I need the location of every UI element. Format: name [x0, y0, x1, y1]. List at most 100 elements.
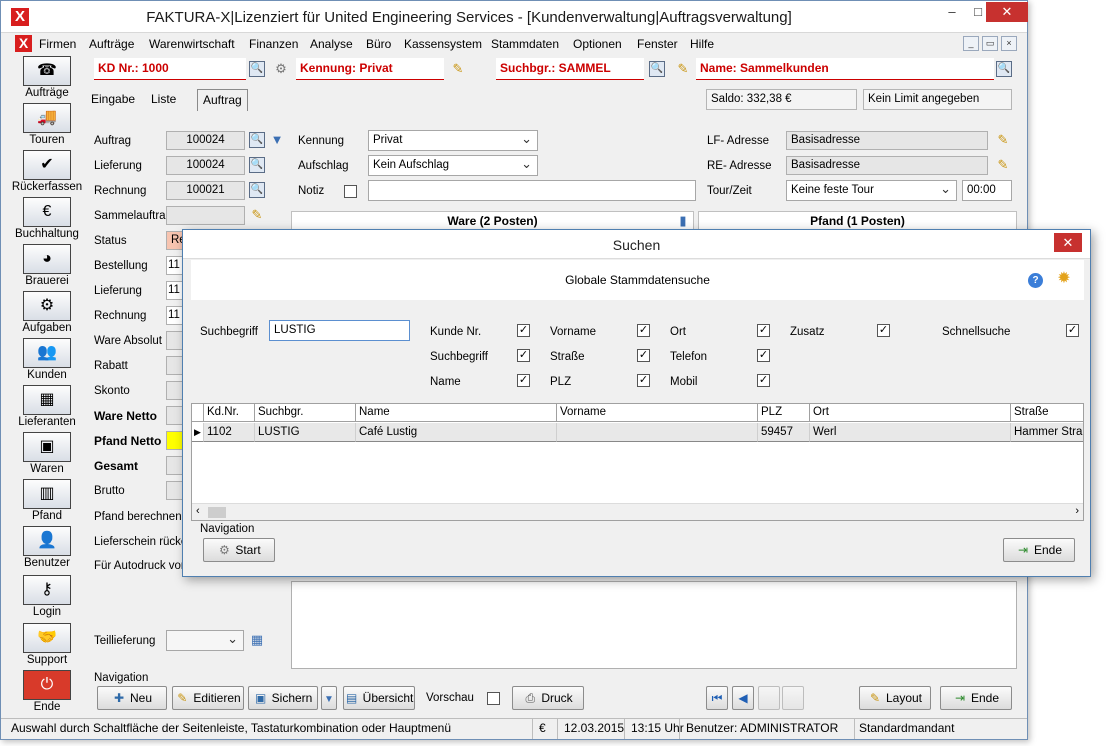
overview-button[interactable]: ▤ Übersicht	[343, 686, 415, 710]
save-button[interactable]: ▣ Sichern	[248, 686, 318, 710]
kd-nr-field[interactable]: KD Nr.: 1000	[94, 58, 246, 80]
notiz-input[interactable]	[368, 180, 696, 201]
sidebar-item-lieferanten[interactable]: ▦ Lieferanten	[9, 385, 85, 432]
name-field[interactable]: Name: Sammelkunden	[696, 58, 994, 80]
notes-area[interactable]	[291, 581, 1017, 669]
menu-firmen[interactable]: Firmen	[39, 37, 76, 51]
chart-icon[interactable]: ▮	[675, 213, 691, 229]
menu-finanzen[interactable]: Finanzen	[249, 37, 298, 51]
title-bar[interactable]: X FAKTURA-X|Lizenziert für United Engine…	[1, 1, 1028, 33]
layout-button[interactable]: ✎ Layout	[859, 686, 931, 710]
menu-warenwirtschaft[interactable]: Warenwirtschaft	[149, 37, 235, 51]
calendar-icon[interactable]: ▦	[249, 632, 265, 648]
aufschlag-select[interactable]: Kein Aufschlag	[368, 154, 538, 176]
suchbgr-field[interactable]: Suchbgr.: SAMMEL	[496, 58, 644, 80]
mdi-restore-button[interactable]: ▭	[982, 36, 998, 51]
grid-header-plz[interactable]: PLZ	[758, 404, 810, 422]
sun-icon[interactable]: ✹	[1055, 270, 1073, 288]
mdi-minimize-button[interactable]: _	[963, 36, 979, 51]
edit-pencil-icon[interactable]: ✎	[995, 132, 1011, 148]
checkbox-telefon[interactable]: ✓	[757, 349, 770, 362]
sidebar-item-ende[interactable]: ⏻ Ende	[9, 670, 85, 717]
last-record-button[interactable]	[782, 686, 804, 710]
checkbox-plz[interactable]: ✓	[637, 374, 650, 387]
first-record-button[interactable]: ⏮	[706, 686, 728, 710]
vorschau-checkbox[interactable]	[487, 692, 500, 705]
sidebar-item-touren[interactable]: 🚚 Touren	[9, 103, 85, 150]
sidebar-item-aufgaben[interactable]: ⚙ Aufgaben	[9, 291, 85, 338]
edit-pencil-icon[interactable]: ✎	[450, 61, 466, 77]
menu-buero[interactable]: Büro	[366, 37, 391, 51]
horizontal-scrollbar[interactable]: ‹ ›	[192, 503, 1083, 520]
dialog-title-bar[interactable]: Suchen ✕	[183, 230, 1090, 259]
sidebar-item-support[interactable]: 🤝 Support	[9, 623, 85, 670]
tour-select[interactable]: Keine feste Tour	[786, 179, 957, 201]
previous-record-button[interactable]: ◀	[732, 686, 754, 710]
start-button[interactable]: ⚙ Start	[203, 538, 275, 562]
menu-hilfe[interactable]: Hilfe	[690, 37, 714, 51]
grid-header-name[interactable]: Name	[356, 404, 557, 422]
teillieferung-select[interactable]	[166, 629, 244, 651]
grid-header-ort[interactable]: Ort	[810, 404, 1011, 422]
checkbox-vorname[interactable]: ✓	[637, 324, 650, 337]
new-button[interactable]: ✚ Neu	[97, 686, 167, 710]
sidebar-item-pfand[interactable]: ▥ Pfand	[9, 479, 85, 526]
notiz-checkbox[interactable]	[344, 185, 357, 198]
menu-analyse[interactable]: Analyse	[310, 37, 353, 51]
help-icon[interactable]: ?	[1028, 273, 1043, 288]
checkbox-suchbegriff[interactable]: ✓	[517, 349, 530, 362]
menu-stammdaten[interactable]: Stammdaten	[491, 37, 559, 51]
checkbox-schnellsuche[interactable]: ✓	[1066, 324, 1079, 337]
dialog-exit-button[interactable]: ⇥ Ende	[1003, 538, 1075, 562]
kennung-select[interactable]: Privat	[368, 129, 538, 151]
tab-eingabe[interactable]: Eingabe	[86, 89, 140, 111]
sidebar-item-buchhaltung[interactable]: € Buchhaltung	[9, 197, 85, 244]
checkbox-ort[interactable]: ✓	[757, 324, 770, 337]
checkbox-name[interactable]: ✓	[517, 374, 530, 387]
edit-button[interactable]: ✎ Editieren	[172, 686, 244, 710]
checkbox-zusatz[interactable]: ✓	[877, 324, 890, 337]
mdi-close-button[interactable]: ×	[1001, 36, 1017, 51]
edit-pencil-icon[interactable]: ✎	[675, 61, 691, 77]
menu-auftraege[interactable]: Aufträge	[89, 37, 134, 51]
menu-fenster[interactable]: Fenster	[637, 37, 678, 51]
search-icon[interactable]: 🔍	[249, 157, 265, 173]
sidebar-item-auftraege[interactable]: ☎ Aufträge	[9, 56, 85, 103]
next-record-button[interactable]	[758, 686, 780, 710]
edit-pencil-icon[interactable]: ✎	[995, 157, 1011, 173]
sidebar-item-waren[interactable]: ▣ Waren	[9, 432, 85, 479]
scroll-right-icon[interactable]: ›	[1075, 505, 1079, 517]
gear-icon[interactable]: ⚙	[273, 61, 289, 77]
scrollbar-thumb[interactable]	[208, 507, 226, 518]
lieferung2-field[interactable]: 11	[166, 281, 183, 300]
scroll-left-icon[interactable]: ‹	[196, 505, 200, 517]
search-input[interactable]: LUSTIG	[269, 320, 410, 341]
grid-header-kdnr[interactable]: Kd.Nr.	[204, 404, 255, 422]
checkbox-kunde-nr[interactable]: ✓	[517, 324, 530, 337]
time-stepper[interactable]: 00:00	[962, 180, 1012, 201]
sidebar-item-kunden[interactable]: 👥 Kunden	[9, 338, 85, 385]
checkbox-mobil[interactable]: ✓	[757, 374, 770, 387]
search-icon[interactable]: 🔍	[249, 61, 265, 77]
grid-header-vorname[interactable]: Vorname	[557, 404, 758, 422]
menu-kassensystem[interactable]: Kassensystem	[404, 37, 482, 51]
print-button[interactable]: ⎙ Druck	[512, 686, 584, 710]
close-button[interactable]: ✕	[986, 2, 1028, 22]
sidebar-item-login[interactable]: ⚷ Login	[9, 575, 85, 622]
sidebar-item-brauerei[interactable]: ◕ Brauerei	[9, 244, 85, 291]
save-dropdown-button[interactable]: ▼	[321, 686, 337, 710]
tab-auftrag[interactable]: Auftrag	[197, 89, 248, 111]
kennung-field[interactable]: Kennung: Privat	[296, 58, 444, 80]
bestellung-field[interactable]: 11	[166, 256, 183, 275]
search-icon[interactable]: 🔍	[649, 61, 665, 77]
edit-pencil-icon[interactable]: ✎	[249, 207, 265, 223]
search-icon[interactable]: 🔍	[249, 182, 265, 198]
checkbox-strasse[interactable]: ✓	[637, 349, 650, 362]
exit-button[interactable]: ⇥ Ende	[940, 686, 1012, 710]
dialog-close-button[interactable]: ✕	[1054, 233, 1082, 252]
minimize-button[interactable]: –	[939, 2, 965, 22]
tab-liste[interactable]: Liste	[146, 89, 181, 111]
menu-optionen[interactable]: Optionen	[573, 37, 622, 51]
sidebar-item-rueckerfassen[interactable]: ✔ Rückerfassen	[9, 150, 85, 197]
grid-header-suchbgr[interactable]: Suchbgr.	[255, 404, 356, 422]
